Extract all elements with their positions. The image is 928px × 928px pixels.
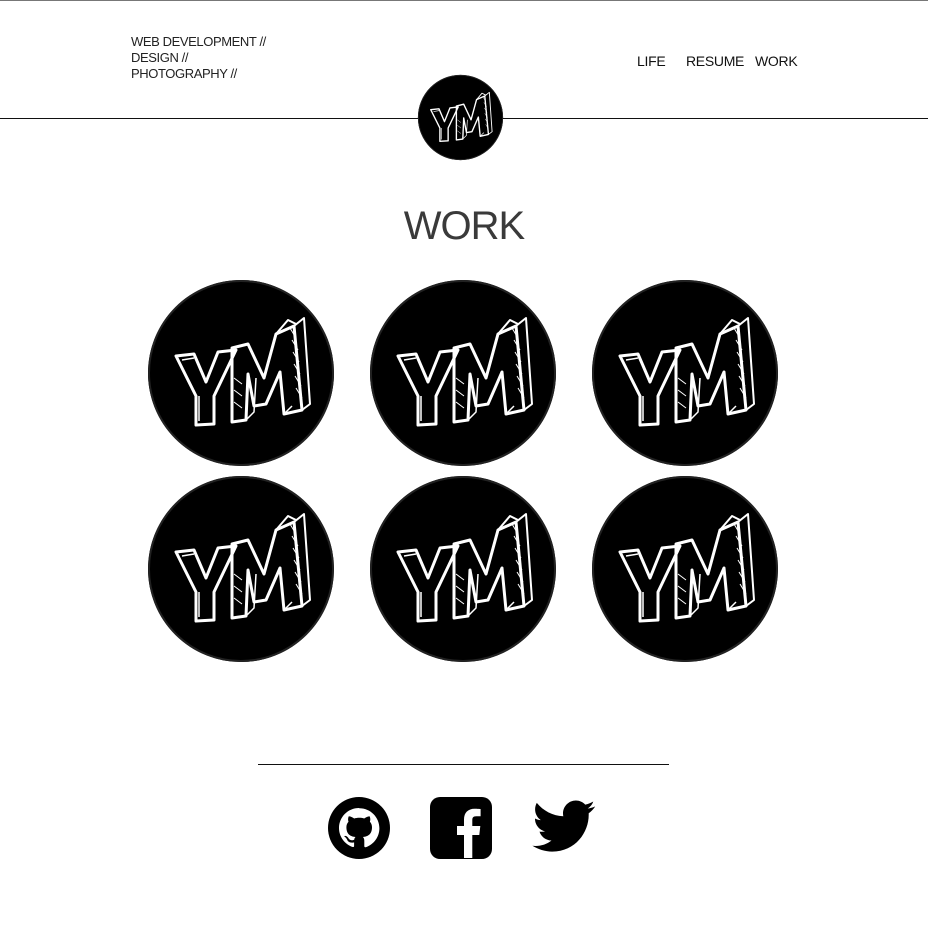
facebook-link[interactable]: [429, 796, 493, 860]
work-tile[interactable]: [146, 278, 336, 468]
site-logo[interactable]: [417, 74, 504, 161]
ym-logo-icon: [590, 474, 780, 664]
ym-logo-icon: [590, 278, 780, 468]
footer-divider: [258, 764, 669, 765]
ym-logo-icon: [368, 474, 558, 664]
twitter-link[interactable]: [532, 796, 596, 860]
github-icon: [328, 797, 390, 859]
github-link[interactable]: [327, 796, 391, 860]
nav-link-life[interactable]: LIFE: [637, 53, 666, 69]
work-tile[interactable]: [590, 474, 780, 664]
page: WEB DEVELOPMENT // DESIGN // PHOTOGRAPHY…: [0, 0, 928, 928]
work-tile[interactable]: [368, 278, 558, 468]
ym-logo-icon: [146, 278, 336, 468]
work-tile[interactable]: [590, 278, 780, 468]
page-title: WORK: [403, 204, 525, 248]
nav-link-resume[interactable]: RESUME: [686, 53, 744, 69]
main-nav: LIFE RESUME WORK: [0, 53, 928, 71]
work-grid: [146, 278, 782, 664]
tagline-line-web-development: WEB DEVELOPMENT //: [131, 34, 266, 49]
ym-logo-icon: [146, 474, 336, 664]
nav-link-work[interactable]: WORK: [755, 53, 798, 69]
work-tile[interactable]: [146, 474, 336, 664]
ym-logo-icon: [368, 278, 558, 468]
ym-logo-icon: [417, 74, 504, 161]
facebook-icon: [430, 797, 492, 859]
twitter-icon: [532, 800, 596, 852]
work-tile[interactable]: [368, 474, 558, 664]
